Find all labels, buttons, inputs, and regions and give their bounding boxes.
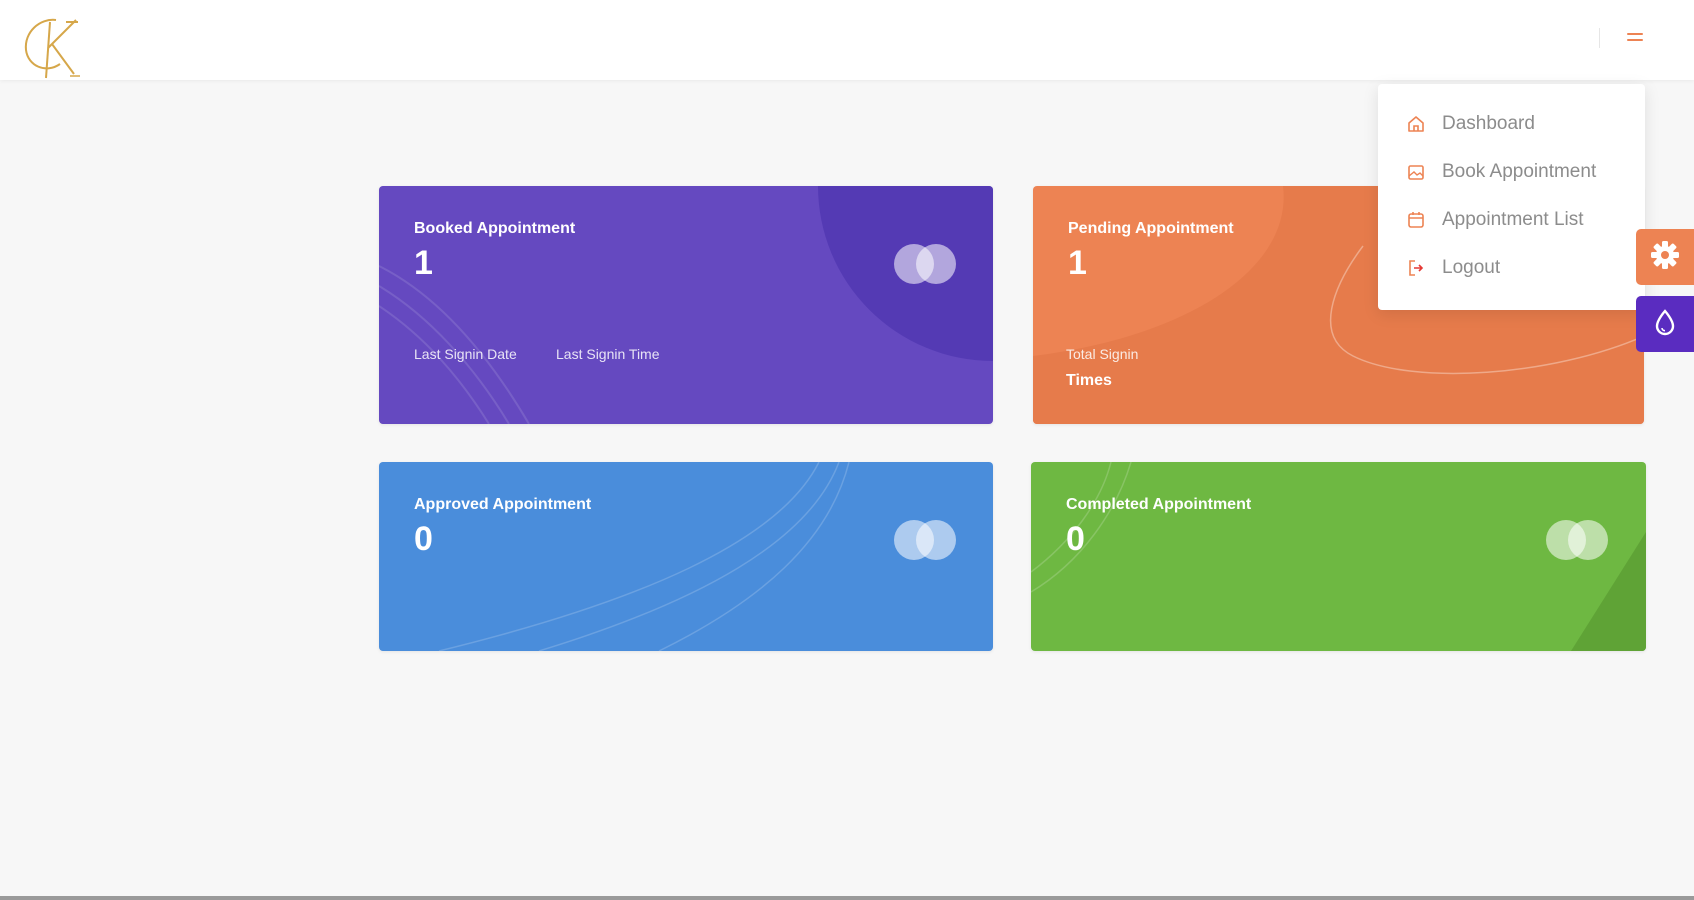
calendar-icon	[1404, 208, 1428, 232]
overlapping-circles-icon	[892, 518, 958, 562]
card-value: 0	[414, 520, 433, 558]
menu-item-label: Dashboard	[1442, 113, 1535, 134]
menu-item-dashboard[interactable]: Dashboard	[1404, 109, 1535, 139]
menu-item-logout[interactable]: Logout	[1404, 253, 1500, 283]
menu-item-label: Book Appointment	[1442, 161, 1597, 182]
logout-icon	[1404, 256, 1428, 280]
user-dropdown-menu: Dashboard Book Appointment Appointment L…	[1378, 84, 1645, 310]
droplet-icon	[1652, 308, 1678, 341]
menu-item-label: Logout	[1442, 257, 1501, 278]
card-label: Booked Appointment	[414, 220, 576, 237]
menu-item-label: Appointment List	[1442, 209, 1584, 230]
menu-item-appointment-list[interactable]: Appointment List	[1404, 205, 1584, 235]
completed-appointment-card[interactable]: Completed Appointment 0	[1031, 462, 1646, 651]
card-value: 1	[414, 244, 433, 282]
approved-appointment-card[interactable]: Approved Appointment 0	[379, 462, 993, 651]
card-value: 0	[1066, 520, 1085, 558]
window-bottom-edge	[0, 896, 1694, 900]
total-signin-label: Total Signin	[1066, 346, 1139, 362]
image-icon	[1404, 160, 1428, 184]
gear-icon	[1649, 239, 1681, 276]
card-label: Completed Appointment	[1066, 496, 1252, 513]
home-icon	[1404, 112, 1428, 136]
theme-color-button[interactable]	[1636, 296, 1694, 352]
booked-appointment-card[interactable]: Booked Appointment 1 Last Signin Date La…	[379, 186, 993, 424]
top-bar	[0, 0, 1694, 80]
card-label: Approved Appointment	[414, 496, 592, 513]
hamburger-menu-icon[interactable]	[1622, 24, 1648, 50]
last-signin-date-label: Last Signin Date	[414, 346, 517, 362]
overlapping-circles-icon	[1544, 518, 1610, 562]
menu-item-book-appointment[interactable]: Book Appointment	[1404, 157, 1596, 187]
card-label: Pending Appointment	[1068, 220, 1234, 237]
last-signin-time-label: Last Signin Time	[556, 346, 660, 362]
overlapping-circles-icon	[892, 242, 958, 286]
times-label: Times	[1066, 372, 1112, 389]
header-divider	[1599, 28, 1600, 48]
card-value: 1	[1068, 244, 1087, 282]
monogram-logo-icon[interactable]	[16, 14, 82, 80]
settings-button[interactable]	[1636, 229, 1694, 285]
